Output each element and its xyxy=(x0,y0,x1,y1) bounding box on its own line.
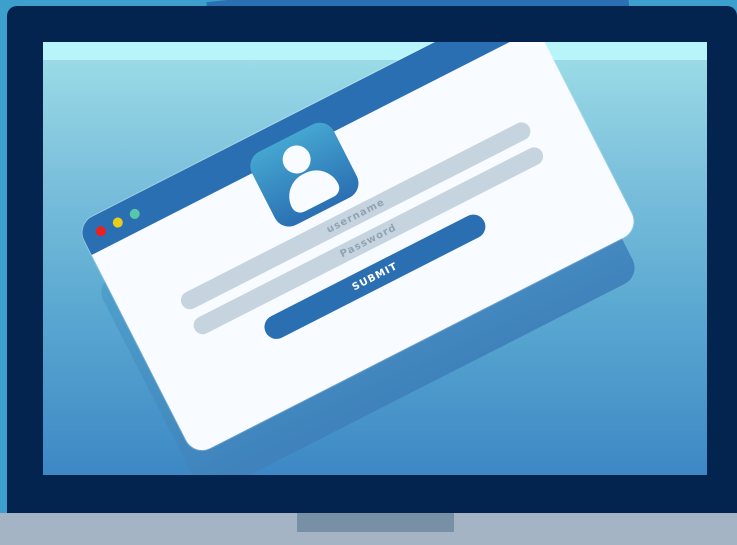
maximize-dot-icon xyxy=(128,207,142,221)
minimize-dot-icon xyxy=(111,215,125,230)
monitor-screen: username Password SUBMIT xyxy=(43,42,707,475)
monitor-stand xyxy=(297,513,454,532)
screen-highlight xyxy=(43,42,707,60)
submit-label: SUBMIT xyxy=(350,260,400,293)
monitor: username Password SUBMIT xyxy=(7,6,737,516)
close-dot-icon xyxy=(94,224,108,238)
illustration-stage: username Password SUBMIT xyxy=(0,0,737,545)
